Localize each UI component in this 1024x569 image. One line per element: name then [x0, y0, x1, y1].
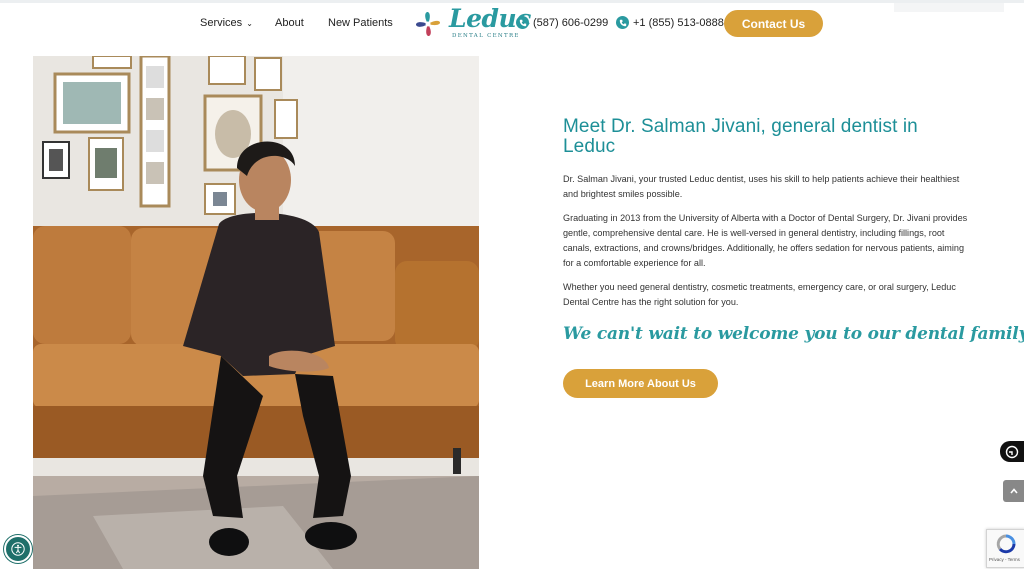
contact-us-button[interactable]: Contact Us [724, 10, 823, 37]
flower-logo-icon [415, 11, 441, 37]
nav-services-label: Services [200, 17, 243, 29]
recaptcha-badge[interactable]: Privacy - Terms [986, 529, 1024, 568]
chat-widget-icon [1005, 445, 1019, 458]
site-logo[interactable]: Leduc DENTAL CENTRE [409, 5, 531, 43]
dentist-photo [33, 56, 479, 569]
chevron-up-icon [1009, 488, 1018, 494]
services-paragraph: Whether you need general dentistry, cosm… [563, 282, 956, 307]
phone-link-tollfree[interactable]: +1 (855) 513-0888 [616, 16, 724, 29]
education-paragraph: Graduating in 2013 from the University o… [563, 213, 968, 268]
phone-icon [516, 16, 529, 29]
nav-about[interactable]: About [275, 17, 304, 29]
accessibility-button[interactable] [4, 535, 32, 563]
phone-number-local: (587) 606-0299 [533, 16, 609, 29]
chevron-down-icon: ⌄ [246, 19, 253, 28]
header-top-border [0, 0, 1024, 3]
recaptcha-icon [996, 534, 1016, 554]
phone-icon [616, 16, 629, 29]
learn-more-button[interactable]: Learn More About Us [563, 369, 718, 398]
intro-paragraph: Dr. Salman Jivani, your trusted Leduc de… [563, 174, 960, 199]
scroll-to-top-button[interactable] [1003, 480, 1024, 502]
phone-number-tollfree: +1 (855) 513-0888 [633, 16, 724, 29]
chat-widget-button[interactable] [1000, 441, 1024, 462]
phone-link-local[interactable]: (587) 606-0299 [516, 16, 608, 29]
nav-services[interactable]: Services ⌄ [200, 17, 253, 29]
dentist-photo-illustration [33, 56, 479, 569]
logo-subtitle: DENTAL CENTRE [452, 33, 520, 39]
header-top-bar [894, 3, 1004, 12]
welcome-tagline: We can't wait to welcome you to our dent… [563, 324, 1024, 344]
about-section: Meet Dr. Salman Jivani, general dentist … [563, 116, 1024, 345]
accessibility-icon [11, 542, 25, 556]
site-header: Services ⌄ About New Patients Leduc DENTA… [0, 0, 1024, 50]
recaptcha-links[interactable]: Privacy - Terms [989, 557, 1020, 562]
nav-new-patients[interactable]: New Patients [328, 17, 393, 29]
page-title: Meet Dr. Salman Jivani, general dentist … [563, 116, 918, 157]
